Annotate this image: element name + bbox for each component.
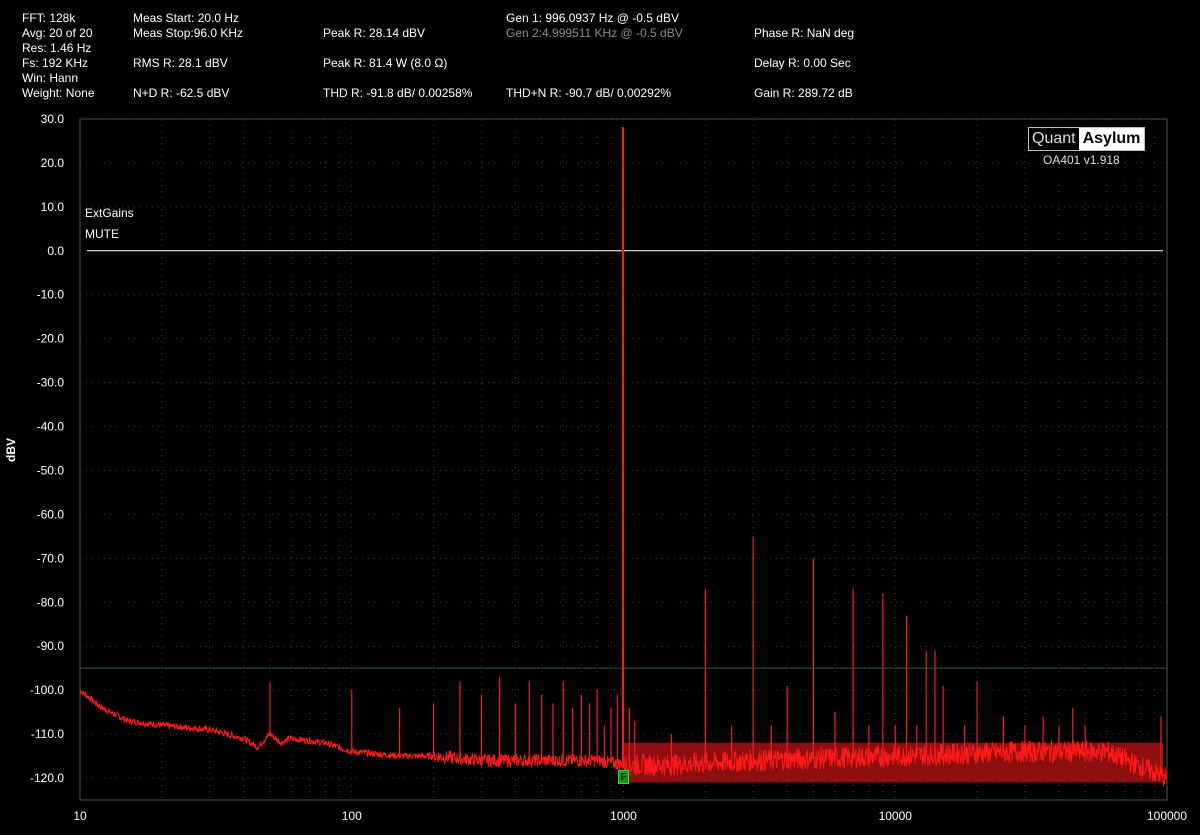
averages-readout: Avg: 20 of 20 [22,26,93,40]
quantasylum-logo: Quant Asylum [1028,127,1146,151]
sample-rate-readout: Fs: 192 KHz [22,56,89,70]
y-tick-labels: 30.0 20.0 10.0 0.0 -10.0 -20.0 -30.0 -40.0 -50.0… [30,112,64,785]
spectrum-trace [79,127,1168,787]
y-tick-label: -50.0 [37,463,65,477]
logo-quant: Quant [1029,128,1079,150]
noise-band [623,742,1163,783]
window-readout: Win: Hann [22,71,79,85]
spectrum-plot[interactable]: 30.0 20.0 10.0 0.0 -10.0 -20.0 -30.0 -40.0 -50.0… [0,0,1200,835]
x-tick-label: 100 [342,809,362,823]
y-tick-label: 10.0 [41,200,65,214]
x-tick-label: 1000 [610,809,637,823]
y-tick-label: 30.0 [41,112,65,126]
x-tick-label: 100000 [1147,809,1187,823]
y-tick-label: 0.0 [47,244,64,258]
logo-asylum: Asylum [1078,128,1145,150]
y-axis-label: dBV [4,438,18,462]
meas-start-readout: Meas Start: 20.0 Hz [133,11,240,25]
y-tick-label: -120.0 [30,771,64,785]
thdn-readout: THD+N R: -90.7 dB/ 0.00292% [506,86,672,100]
gen2-readout: Gen 2:4.999511 KHz @ -0.5 dBV [506,26,683,40]
noise-distortion-readout: N+D R: -62.5 dBV [133,86,230,100]
y-tick-label: -70.0 [37,551,65,565]
peak-dbv-readout: Peak R: 28.14 dBV [323,26,426,40]
fft-size-readout: FFT: 128k [22,11,76,25]
delay-readout: Delay R: 0.00 Sec [754,56,851,70]
version-label: OA401 v1.918 [1043,153,1120,167]
y-tick-label: -110.0 [31,727,64,741]
resolution-readout: Res: 1.46 Hz [22,41,92,55]
fundamental-marker[interactable]: F [618,770,629,784]
mute-label: MUTE [85,227,119,241]
y-tick-label: -40.0 [37,420,65,434]
peak-watts-readout: Peak R: 81.4 W (8.0 Ω) [323,56,448,70]
y-tick-label: -60.0 [37,507,65,521]
y-tick-label: -20.0 [37,332,65,346]
thd-readout: THD R: -91.8 dB/ 0.00258% [323,86,473,100]
y-tick-label: -90.0 [37,639,65,653]
extgains-label: ExtGains [85,206,134,220]
gen1-readout: Gen 1: 996.0937 Hz @ -0.5 dBV [506,11,679,25]
phase-readout: Phase R: NaN deg [754,26,855,40]
y-tick-label: -80.0 [37,595,65,609]
rms-readout: RMS R: 28.1 dBV [133,56,228,70]
meas-stop-readout: Meas Stop:96.0 KHz [133,26,244,40]
y-tick-label: -100.0 [30,683,64,697]
y-tick-label: -30.0 [37,376,65,390]
x-tick-label: 10000 [879,809,913,823]
gain-readout: Gain R: 289.72 dB [754,86,853,100]
weighting-readout: Weight: None [22,86,95,100]
x-tick-labels: 10 100 1000 10000 100000 [73,809,1187,823]
y-tick-label: 20.0 [41,156,65,170]
x-tick-label: 10 [73,809,87,823]
y-tick-label: -10.0 [37,288,65,302]
